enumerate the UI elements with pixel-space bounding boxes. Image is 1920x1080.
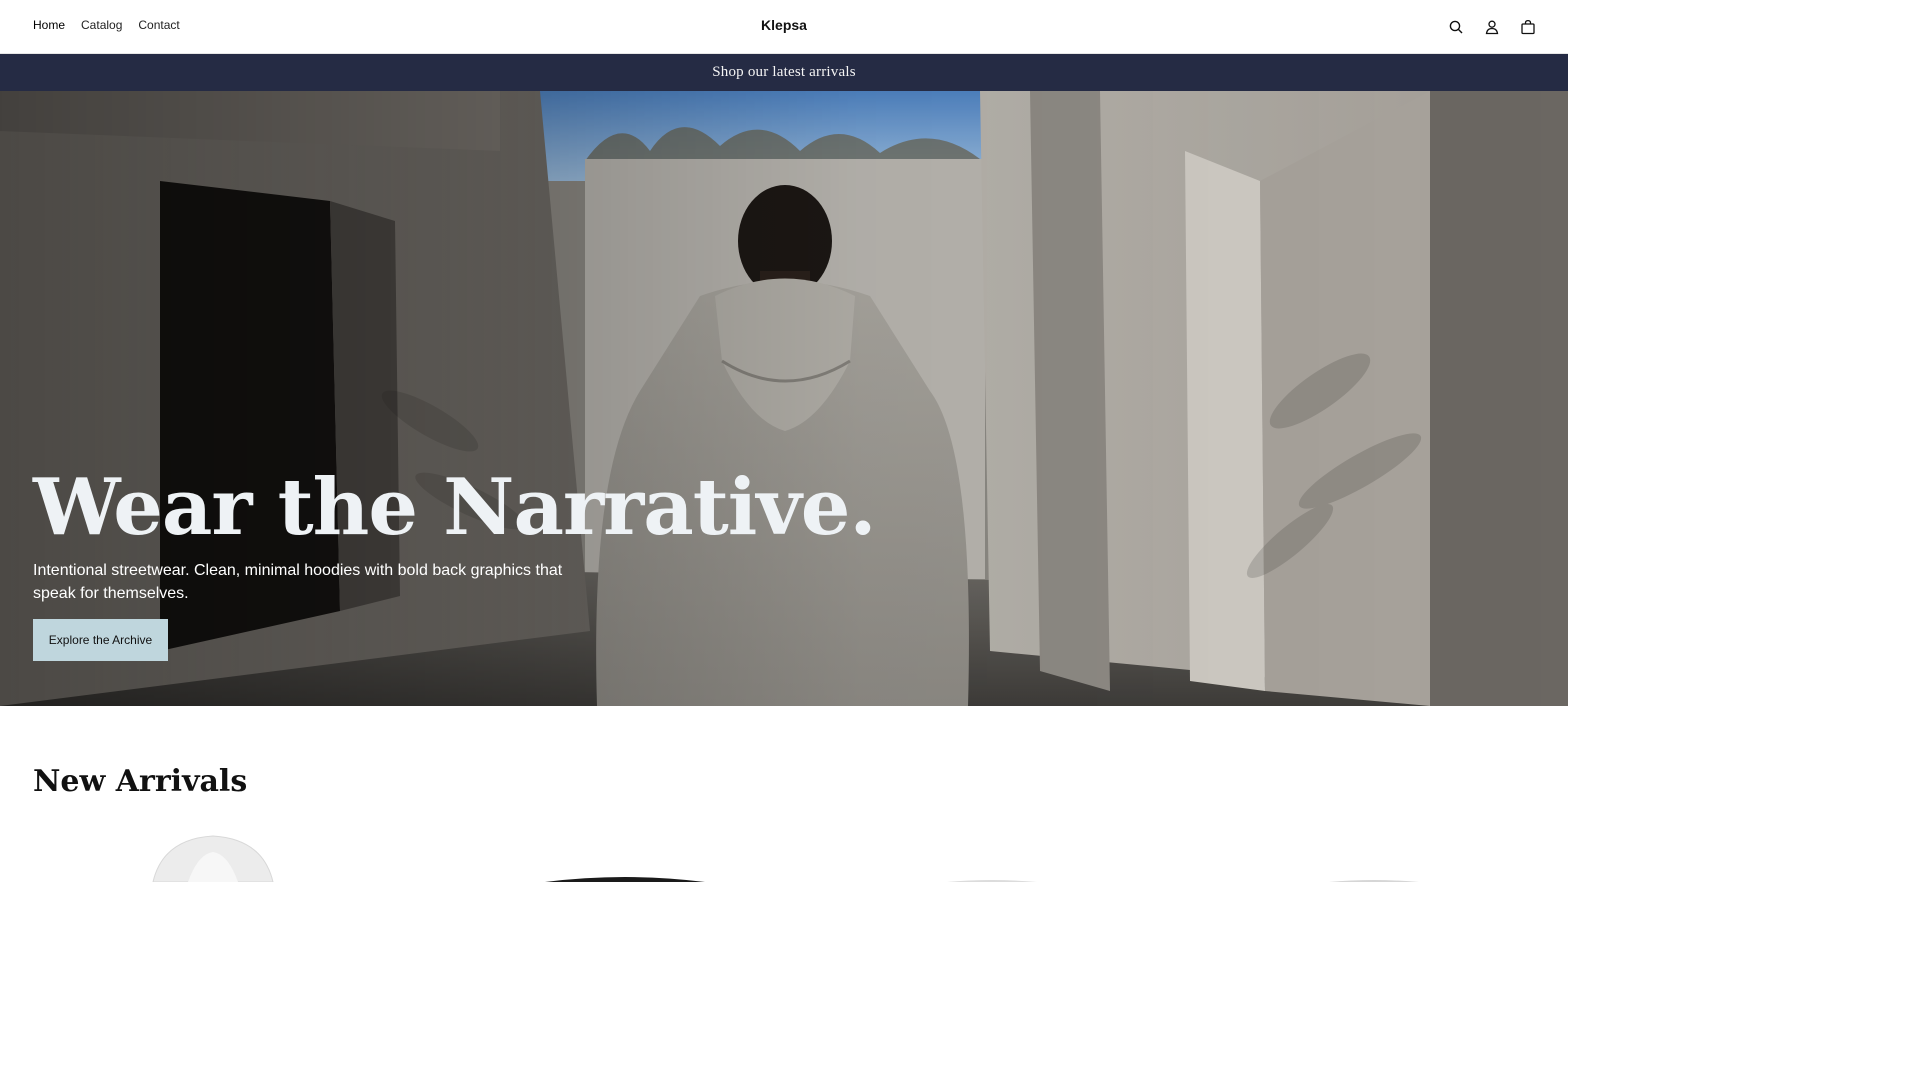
product-card[interactable] xyxy=(33,834,403,882)
hero-title: Wear the Narrative. xyxy=(33,462,877,553)
product-card[interactable] xyxy=(1179,834,1549,882)
nav-contact-link[interactable]: Contact xyxy=(138,18,179,32)
product-image xyxy=(947,880,1037,882)
announcement-text[interactable]: Shop our latest arrivals xyxy=(712,64,856,81)
new-arrivals-section: New Arrivals xyxy=(0,706,1568,882)
product-image xyxy=(545,877,705,882)
account-icon[interactable] xyxy=(1482,17,1502,37)
product-image xyxy=(152,835,274,882)
brand-name[interactable]: Klepsa xyxy=(761,17,807,33)
section-title: New Arrivals xyxy=(33,764,248,799)
cart-icon[interactable] xyxy=(1518,17,1538,37)
announcement-bar: Shop our latest arrivals xyxy=(0,54,1568,91)
nav-catalog-link[interactable]: Catalog xyxy=(81,18,122,32)
product-card[interactable] xyxy=(415,834,785,882)
site-header: Home Catalog Contact Klepsa xyxy=(0,0,1568,54)
search-icon[interactable] xyxy=(1446,17,1466,37)
nav-home-link[interactable]: Home xyxy=(33,18,65,32)
main-nav: Home Catalog Contact xyxy=(33,18,180,32)
product-image xyxy=(1329,880,1419,882)
hero-subtitle: Intentional streetwear. Clean, minimal h… xyxy=(33,562,563,602)
explore-archive-button[interactable]: Explore the Archive xyxy=(33,619,168,661)
brand-logo: Klepsa xyxy=(0,17,1568,33)
hero-banner: Wear the Narrative. Intentional streetwe… xyxy=(0,91,1568,706)
hero-content: Wear the Narrative. Intentional streetwe… xyxy=(33,469,933,661)
product-card[interactable] xyxy=(797,834,1167,882)
header-icons xyxy=(1446,17,1538,37)
